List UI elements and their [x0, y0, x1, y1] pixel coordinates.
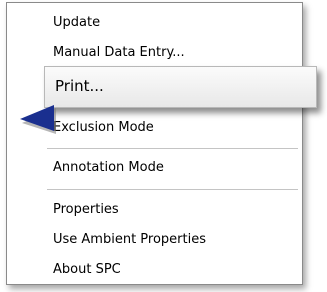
- menu-item-update[interactable]: Update: [53, 15, 100, 31]
- menu-item-about-spc[interactable]: About SPC: [53, 262, 121, 278]
- menu-item-exclusion-mode[interactable]: Exclusion Mode: [53, 120, 154, 136]
- menu-item-manual-data-entry[interactable]: Manual Data Entry...: [53, 45, 185, 61]
- menu-item-print[interactable]: Print...: [44, 66, 317, 108]
- menu-item-use-ambient-properties[interactable]: Use Ambient Properties: [53, 232, 206, 248]
- arrow-left-icon: [20, 105, 56, 134]
- menu-item-print-label: Print...: [55, 77, 104, 95]
- menu-icon-gutter: [7, 3, 41, 284]
- context-menu: Update Manual Data Entry... Exclusion Mo…: [6, 2, 303, 285]
- menu-item-annotation-mode[interactable]: Annotation Mode: [53, 160, 164, 176]
- screenshot-stage: Update Manual Data Entry... Exclusion Mo…: [0, 0, 327, 292]
- menu-item-properties[interactable]: Properties: [53, 202, 119, 218]
- menu-separator: [47, 189, 298, 191]
- menu-separator: [47, 148, 298, 150]
